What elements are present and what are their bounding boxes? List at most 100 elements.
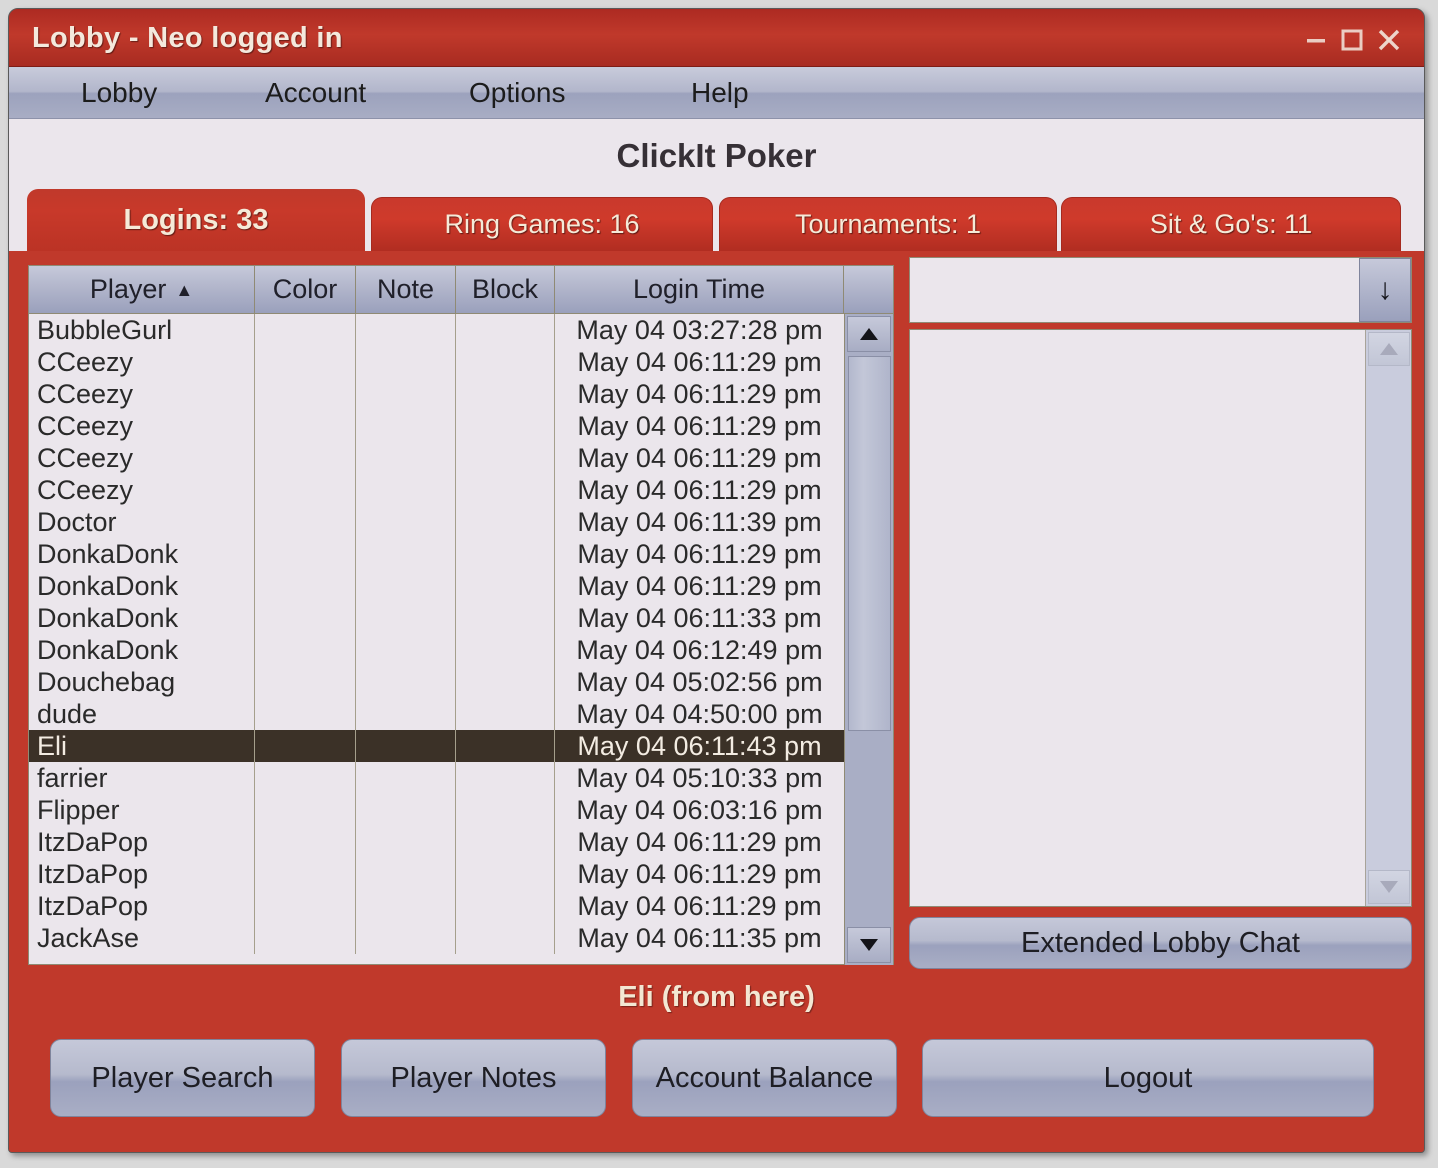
menu-item-account[interactable]: Account [255,67,376,119]
maximize-icon[interactable] [1339,27,1365,53]
cell-color [255,922,356,954]
column-header-player[interactable]: Player ▲ [29,266,255,313]
table-row[interactable]: CCeezyMay 04 06:11:29 pm [29,474,844,506]
cell-color [255,762,356,794]
cell-player: DonkaDonk [29,602,255,634]
cell-block [456,698,555,730]
cell-color [255,314,356,346]
scroll-up-icon[interactable] [847,316,891,352]
cell-note [356,346,456,378]
cell-color [255,858,356,890]
table-row[interactable]: CCeezyMay 04 06:11:29 pm [29,410,844,442]
table-row[interactable]: EliMay 04 06:11:43 pm [29,730,844,762]
cell-block [456,666,555,698]
extended-lobby-chat-button[interactable]: Extended Lobby Chat [909,917,1412,969]
tab-ring-games[interactable]: Ring Games: 16 [371,197,713,251]
table-row[interactable]: farrierMay 04 05:10:33 pm [29,762,844,794]
column-header-note[interactable]: Note [356,266,456,313]
chat-scroll-up-icon[interactable] [1368,332,1410,366]
table-row[interactable]: BubbleGurl May 04 03:27:28 pm [29,314,844,346]
menu-item-lobby[interactable]: Lobby [71,67,167,119]
cell-color [255,410,356,442]
cell-color [255,506,356,538]
table-row[interactable]: dudeMay 04 04:50:00 pm [29,698,844,730]
cell-login-time: May 04 06:11:29 pm [555,858,844,890]
cell-color [255,378,356,410]
cell-block [456,314,555,346]
tab-sit-and-gos[interactable]: Sit & Go's: 11 [1061,197,1401,251]
table-row[interactable]: ItzDaPopMay 04 06:11:29 pm [29,826,844,858]
cell-block [456,378,555,410]
account-balance-button[interactable]: Account Balance [632,1039,897,1117]
cell-player: CCeezy [29,410,255,442]
table-row[interactable]: JackAseMay 04 06:11:35 pm [29,922,844,954]
cell-block [456,538,555,570]
cell-player: BubbleGurl [29,314,255,346]
table-row[interactable]: ItzDaPopMay 04 06:11:29 pm [29,858,844,890]
tab-logins[interactable]: Logins: 33 [27,189,365,251]
cell-note [356,826,456,858]
column-header-block[interactable]: Block [456,266,555,313]
cell-note [356,698,456,730]
tab-tournaments[interactable]: Tournaments: 1 [719,197,1057,251]
chat-scroll-down-icon[interactable] [1368,870,1410,904]
table-row[interactable]: DouchebagMay 04 05:02:56 pm [29,666,844,698]
table-row[interactable]: CCeezyMay 04 06:11:29 pm [29,378,844,410]
title-bar: Lobby - Neo logged in [9,9,1424,67]
table-row[interactable]: Flipper May 04 06:03:16 pm [29,794,844,826]
table-row[interactable]: DoctorMay 04 06:11:39 pm [29,506,844,538]
app-window: Lobby - Neo logged in Lobby Account Opti… [8,8,1425,1153]
close-icon[interactable] [1376,27,1402,53]
cell-player: Flipper [29,794,255,826]
cell-player: ItzDaPop [29,826,255,858]
cell-login-time: May 04 03:27:28 pm [555,314,844,346]
cell-block [456,474,555,506]
cell-login-time: May 04 06:11:29 pm [555,442,844,474]
chat-scrollbar[interactable] [1365,330,1411,906]
cell-player: farrier [29,762,255,794]
table-row[interactable]: CCeezyMay 04 06:11:29 pm [29,442,844,474]
chat-input-container: ↓ [909,257,1412,323]
cell-login-time: May 04 06:03:16 pm [555,794,844,826]
column-header-color[interactable]: Color [255,266,356,313]
sort-ascending-icon: ▲ [175,281,193,299]
table-row[interactable]: CCeezyMay 04 06:11:29 pm [29,346,844,378]
player-table-scrollbar[interactable] [844,314,893,965]
cell-color [255,538,356,570]
window-title: Lobby - Neo logged in [32,22,343,55]
table-row[interactable]: DonkaDonkMay 04 06:11:33 pm [29,602,844,634]
chat-log [910,330,1365,906]
table-row[interactable]: DonkaDonkMay 04 06:12:49 pm [29,634,844,666]
cell-note [356,538,456,570]
player-notes-button[interactable]: Player Notes [341,1039,606,1117]
cell-player: DonkaDonk [29,634,255,666]
cell-color [255,474,356,506]
player-search-button[interactable]: Player Search [50,1039,315,1117]
table-row[interactable]: ItzDaPopMay 04 06:11:29 pm [29,890,844,922]
logout-button[interactable]: Logout [922,1039,1374,1117]
scroll-down-icon[interactable] [847,927,891,963]
cell-block [456,346,555,378]
cell-note [356,474,456,506]
chat-send-down-arrow-icon[interactable]: ↓ [1359,258,1411,322]
cell-login-time: May 04 06:11:43 pm [555,730,844,762]
cell-note [356,378,456,410]
cell-block [456,730,555,762]
scrollbar-thumb[interactable] [848,356,891,731]
column-header-login-time[interactable]: Login Time [555,266,844,313]
cell-note [356,762,456,794]
table-row[interactable]: DonkaDonkMay 04 06:11:29 pm [29,570,844,602]
chat-input[interactable] [910,258,1360,322]
cell-block [456,922,555,954]
menu-item-help[interactable]: Help [681,67,759,119]
table-row[interactable]: DonkaDonkMay 04 06:11:29 pm [29,538,844,570]
app-heading-band: ClickIt Poker [9,119,1424,189]
menu-item-options[interactable]: Options [459,67,576,119]
cell-color [255,570,356,602]
cell-note [356,442,456,474]
cell-login-time: May 04 06:11:29 pm [555,378,844,410]
cell-login-time: May 04 04:50:00 pm [555,698,844,730]
cell-login-time: May 04 06:11:35 pm [555,922,844,954]
minimize-icon[interactable] [1303,27,1329,53]
cell-block [456,410,555,442]
